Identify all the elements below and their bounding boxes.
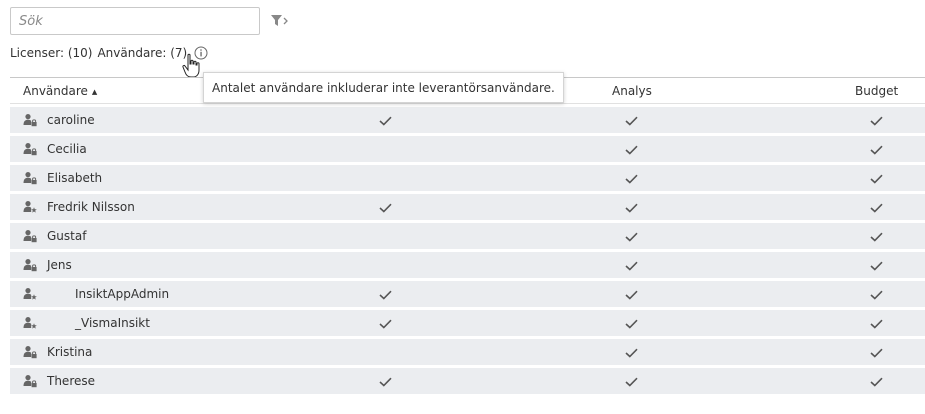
analys-check-icon (625, 260, 638, 271)
budget-check-icon (870, 231, 883, 242)
info-tooltip: Antalet användare inkluderar inte levera… (203, 72, 564, 103)
user-star-icon (23, 316, 37, 330)
budget-check-icon (870, 202, 883, 213)
analys-check-icon (625, 376, 638, 387)
analys-check-icon (625, 115, 638, 126)
access-check-icon (379, 318, 392, 329)
table-row[interactable]: Therese (10, 368, 925, 394)
user-lock-icon (23, 258, 37, 272)
licenses-count: Licenser: (10) (10, 46, 93, 60)
column-header-analys[interactable]: Analys (612, 84, 652, 98)
users-count: Användare: (7) (97, 46, 188, 60)
table-row[interactable]: caroline (10, 107, 925, 133)
users-table: Användare ▲ Analys Budget caroline Cecilia… (10, 77, 925, 397)
user-lock-icon (23, 113, 37, 127)
sort-ascending-icon: ▲ (91, 88, 98, 96)
access-check-icon (379, 115, 392, 126)
hand-cursor-icon (182, 53, 200, 78)
user-lock-icon (23, 345, 37, 359)
user-lock-icon (23, 171, 37, 185)
analys-check-icon (625, 144, 638, 155)
access-check-icon (379, 376, 392, 387)
user-name: caroline (47, 113, 95, 127)
table-row[interactable]: InsiktAppAdmin (10, 281, 925, 307)
column-header-user[interactable]: Användare ▲ (23, 84, 97, 98)
search-input[interactable] (10, 7, 260, 35)
budget-check-icon (870, 115, 883, 126)
table-row[interactable]: Gustaf (10, 223, 925, 249)
access-check-icon (379, 202, 392, 213)
analys-check-icon (625, 289, 638, 300)
budget-check-icon (870, 347, 883, 358)
user-name: Therese (47, 374, 96, 388)
user-name: Cecilia (47, 142, 87, 156)
table-body: caroline Cecilia Elisabeth Fredrik Nilsson G… (10, 107, 925, 394)
filter-icon (271, 15, 288, 26)
table-row[interactable]: Elisabeth (10, 165, 925, 191)
filter-button[interactable] (270, 12, 290, 30)
access-check-icon (379, 289, 392, 300)
analys-check-icon (625, 318, 638, 329)
user-name: Gustaf (47, 229, 87, 243)
user-name: Kristina (47, 345, 93, 359)
column-header-budget[interactable]: Budget (855, 84, 898, 98)
analys-check-icon (625, 231, 638, 242)
user-star-icon (23, 287, 37, 301)
user-lock-icon (23, 229, 37, 243)
table-row[interactable]: _VismaInsikt (10, 310, 925, 336)
budget-check-icon (870, 289, 883, 300)
user-name: Fredrik Nilsson (47, 200, 135, 214)
user-name: _VismaInsikt (75, 316, 150, 330)
user-name: Jens (47, 258, 72, 272)
user-name: Elisabeth (47, 171, 103, 185)
table-row[interactable]: Jens (10, 252, 925, 278)
budget-check-icon (870, 260, 883, 271)
budget-check-icon (870, 173, 883, 184)
analys-check-icon (625, 202, 638, 213)
user-name: InsiktAppAdmin (75, 287, 170, 301)
analys-check-icon (625, 347, 638, 358)
user-lock-icon (23, 142, 37, 156)
license-summary: Licenser: (10) Användare: (7) (10, 46, 208, 60)
analys-check-icon (625, 173, 638, 184)
user-star-icon (23, 200, 37, 214)
user-lock-icon (23, 374, 37, 388)
budget-check-icon (870, 144, 883, 155)
budget-check-icon (870, 318, 883, 329)
table-row[interactable]: Cecilia (10, 136, 925, 162)
table-row[interactable]: Fredrik Nilsson (10, 194, 925, 220)
budget-check-icon (870, 376, 883, 387)
table-row[interactable]: Kristina (10, 339, 925, 365)
